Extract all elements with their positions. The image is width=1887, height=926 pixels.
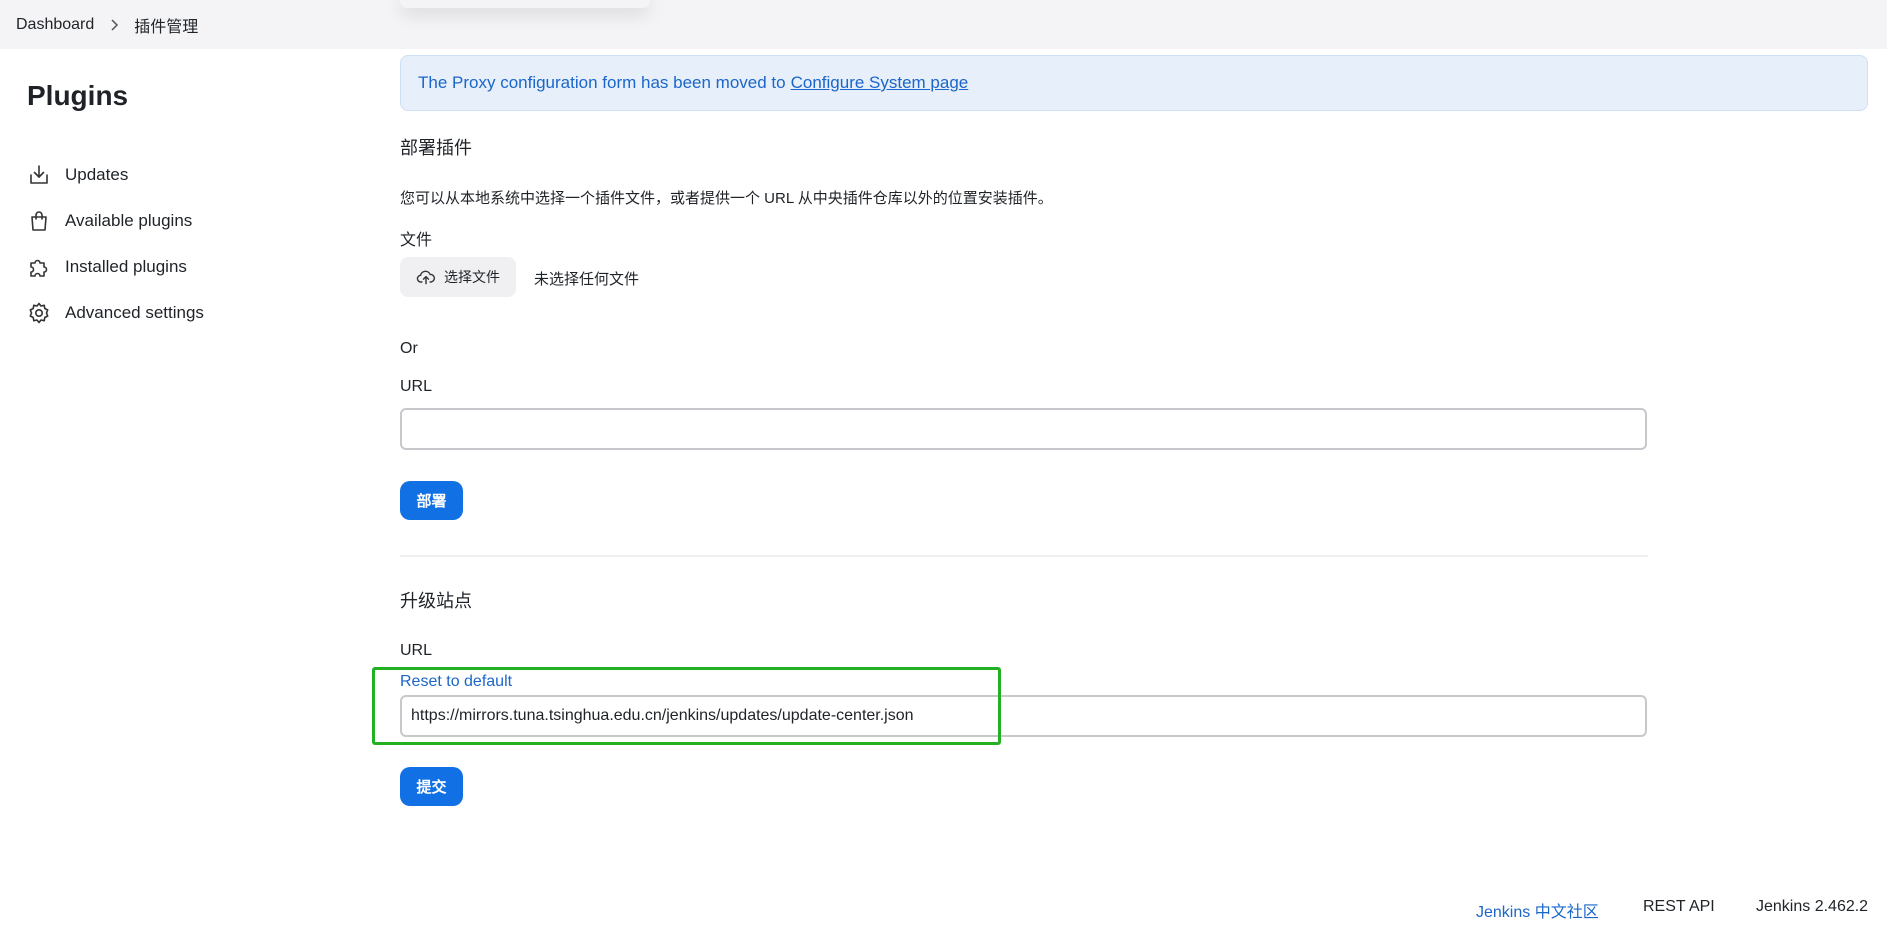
file-status: 未选择任何文件 (534, 271, 640, 288)
section-divider (400, 555, 1648, 557)
download-icon (27, 163, 51, 187)
deploy-plugin-title: 部署插件 (400, 138, 472, 158)
proxy-notice: The Proxy configuration form has been mo… (400, 55, 1868, 111)
notice-text: The Proxy configuration form has been mo… (418, 73, 786, 92)
configure-system-link[interactable]: Configure System page (791, 73, 969, 93)
cloud-upload-icon (416, 267, 436, 287)
update-site-url-input[interactable] (400, 695, 1647, 737)
gear-icon (27, 301, 51, 325)
shopping-bag-icon (27, 209, 51, 233)
sidebar-item-label: Updates (65, 165, 129, 184)
submit-button[interactable]: 提交 (400, 767, 463, 806)
sidebar-item-advanced-settings[interactable]: Advanced settings (27, 290, 204, 336)
sidebar-item-installed-plugins[interactable]: Installed plugins (27, 244, 204, 290)
sidebar-item-label: Available plugins (65, 211, 193, 230)
sidebar-item-updates[interactable]: Updates (27, 152, 204, 198)
chevron-right-icon (110, 18, 120, 32)
sidebar-nav: Updates Available plugins Installed plug… (27, 152, 204, 336)
sidebar-item-available-plugins[interactable]: Available plugins (27, 198, 204, 244)
breadcrumb-current[interactable]: 插件管理 (134, 13, 198, 37)
breadcrumb-dashboard[interactable]: Dashboard (16, 16, 94, 34)
update-site-title: 升级站点 (400, 591, 472, 611)
rest-api-link[interactable]: REST API (1643, 898, 1715, 916)
update-site-url-label: URL (400, 642, 433, 659)
or-label: Or (400, 340, 418, 357)
puzzle-icon (27, 255, 51, 279)
deploy-url-label: URL (400, 378, 433, 395)
reset-to-default-link[interactable]: Reset to default (400, 673, 512, 691)
jenkins-version[interactable]: Jenkins 2.462.2 (1756, 898, 1868, 916)
sidebar-title: Plugins (27, 80, 129, 111)
dropdown-shadow (400, 0, 650, 8)
sidebar-item-label: Advanced settings (65, 303, 204, 322)
file-label: 文件 (400, 232, 433, 249)
deploy-url-input[interactable] (400, 408, 1647, 450)
sidebar-item-label: Installed plugins (65, 257, 187, 276)
choose-file-button[interactable]: 选择文件 (400, 257, 516, 297)
jenkins-community-link[interactable]: Jenkins 中文社区 (1476, 898, 1599, 922)
deploy-description: 您可以从本地系统中选择一个插件文件，或者提供一个 URL 从中央插件仓库以外的位… (400, 190, 1053, 207)
breadcrumb-bar: Dashboard 插件管理 (0, 0, 1887, 49)
choose-file-label: 选择文件 (444, 269, 500, 285)
deploy-button[interactable]: 部署 (400, 481, 463, 520)
